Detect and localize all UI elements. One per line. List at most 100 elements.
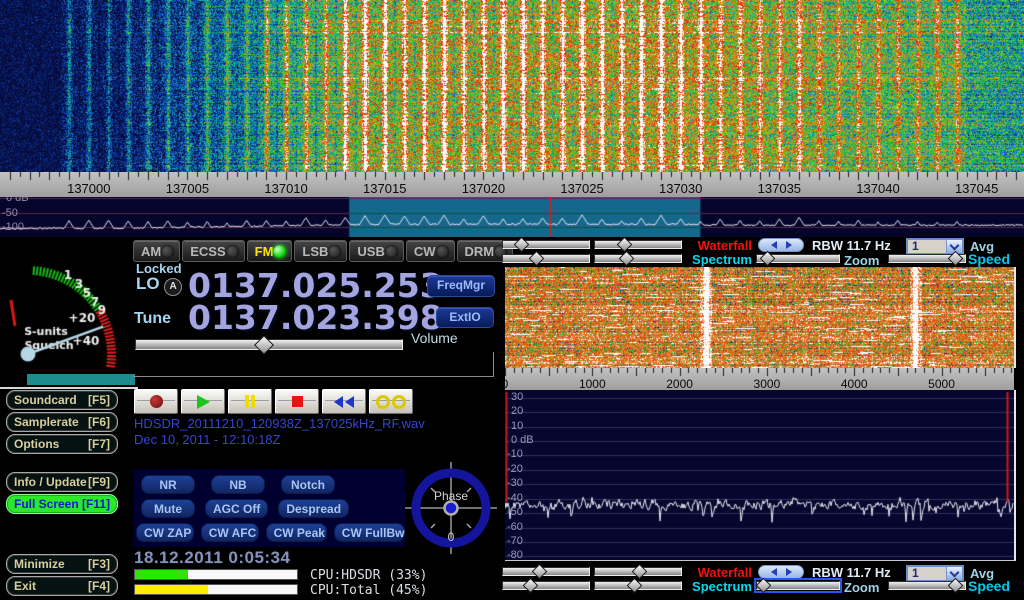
waterfall-label: Waterfall <box>686 239 752 252</box>
menu-button-key: [F11] <box>82 497 110 511</box>
menu-button-minimize[interactable]: Minimize[F3] <box>6 554 118 574</box>
dsp-button-mute[interactable]: Mute <box>141 499 195 518</box>
audio-db-tick-label: -40 <box>507 493 523 504</box>
audio-frequency-scale[interactable]: 010002000300040005000 <box>505 368 1014 390</box>
mode-button-lsb[interactable]: LSB <box>294 240 347 262</box>
phase-dial[interactable]: Phase 0 <box>405 462 497 554</box>
scroll-right-icon[interactable] <box>786 568 792 576</box>
menu-button-exit[interactable]: Exit[F4] <box>6 576 118 596</box>
freqmgr-button[interactable]: FreqMgr <box>427 275 495 297</box>
frequency-tick-label: 137030 <box>659 181 702 196</box>
menu-button-options[interactable]: Options[F7] <box>6 434 118 454</box>
dropdown-arrow-icon <box>950 568 960 578</box>
lo-auto-badge[interactable]: A <box>164 278 182 296</box>
audio-db-tick-label: 0 dB <box>511 435 534 446</box>
zoom-slider[interactable] <box>756 253 840 264</box>
pause-button[interactable] <box>228 389 272 414</box>
display-controls-top: WaterfallRBW 11.7 Hz1AvgSpectrumZoomSpee… <box>500 238 1024 266</box>
band-scroll-control[interactable] <box>758 238 804 252</box>
waterfall-contrast-slider[interactable] <box>594 566 682 577</box>
frequency-tick-label: 137005 <box>166 181 209 196</box>
dsp-button-cw-fullbw[interactable]: CW FullBw <box>334 523 405 542</box>
volume-slider[interactable] <box>135 338 403 351</box>
spectrum-brightness-slider[interactable] <box>502 580 590 591</box>
scroll-left-icon[interactable] <box>771 241 777 249</box>
audio-db-tick-label: -50 <box>507 507 523 518</box>
rf-waterfall[interactable] <box>0 0 1024 172</box>
menu-button-soundcard[interactable]: Soundcard[F5] <box>6 390 118 410</box>
cpu-hdsdr-bar <box>134 569 298 580</box>
dsp-button-cw-zap[interactable]: CW ZAP <box>136 523 194 542</box>
speed-slider[interactable] <box>888 253 966 264</box>
lo-label: LO <box>136 274 160 293</box>
menu-button-samplerate[interactable]: Samplerate[F6] <box>6 412 118 432</box>
dsp-button-cw-peak[interactable]: CW Peak <box>266 523 327 542</box>
mode-button-am[interactable]: AM <box>133 240 180 262</box>
frequency-tick-label: 137020 <box>462 181 505 196</box>
mode-label: FM <box>248 244 274 259</box>
dsp-button-cw-afc[interactable]: CW AFC <box>201 523 259 542</box>
stop-button[interactable] <box>275 389 319 414</box>
record-button[interactable] <box>134 389 178 414</box>
audio-db-tick-label: 10 <box>511 421 523 432</box>
cpu-hdsdr-label: CPU:HDSDR (33%) <box>310 568 427 583</box>
waterfall-contrast-slider[interactable] <box>594 239 682 250</box>
spectrum-brightness-slider[interactable] <box>502 253 590 264</box>
scroll-right-icon[interactable] <box>786 241 792 249</box>
tune-frequency-display[interactable]: 0137.023.398 <box>188 302 443 334</box>
extio-button[interactable]: ExtIO <box>436 307 494 328</box>
audio-waterfall[interactable] <box>505 267 1016 368</box>
zoom-slider[interactable] <box>756 580 840 591</box>
stop-icon <box>292 396 303 407</box>
menu-button-label: Soundcard <box>14 393 77 407</box>
phase-value: 0 <box>448 530 455 544</box>
loop-button[interactable] <box>369 389 413 414</box>
dsp-button-nb[interactable]: NB <box>211 475 265 494</box>
mode-led-icon <box>161 245 174 258</box>
zoom-label: Zoom <box>844 581 882 594</box>
rf-spectrum[interactable]: 0 dB-50-100 <box>0 197 1024 237</box>
audio-spectrum-canvas <box>505 390 1014 560</box>
menu-button-full-screen[interactable]: Full Screen[F11] <box>6 494 118 514</box>
speed-slider[interactable] <box>888 580 966 591</box>
audio-db-tick-label: -20 <box>507 464 523 475</box>
waterfall-brightness-slider[interactable] <box>502 239 590 250</box>
band-scroll-control[interactable] <box>758 565 804 579</box>
play-button[interactable] <box>181 389 225 414</box>
dsp-button-despread[interactable]: Despread <box>278 499 349 518</box>
mode-button-fm[interactable]: FM <box>247 240 293 262</box>
spectrum-contrast-slider[interactable] <box>594 580 682 591</box>
meter-divider <box>0 387 138 389</box>
mode-button-cw[interactable]: CW <box>406 240 455 262</box>
frequency-tick-label: 137015 <box>363 181 406 196</box>
mode-button-ecss[interactable]: ECSS <box>182 240 244 262</box>
menu-button-info-update[interactable]: Info / Update[F9] <box>6 472 118 492</box>
rewind-button[interactable] <box>322 389 366 414</box>
pause-icon <box>245 395 255 408</box>
squelch-level-bar[interactable] <box>27 374 135 385</box>
dsp-button-notch[interactable]: Notch <box>281 475 335 494</box>
audio-tick-label: 3000 <box>754 377 781 391</box>
rbw-readout: RBW 11.7 Hz <box>812 239 904 252</box>
mode-button-row: AMECSSFMLSBUSBCWDRM <box>133 240 490 262</box>
scroll-left-icon[interactable] <box>771 568 777 576</box>
db-tick-label: 0 dB <box>6 197 29 204</box>
dsp-button-nr[interactable]: NR <box>141 475 195 494</box>
rf-frequency-scale[interactable]: 1370001370051370101370151370201370251370… <box>0 172 1024 197</box>
waterfall-contrast-slider-track <box>594 240 682 249</box>
audio-tick-label: 4000 <box>841 377 868 391</box>
audio-db-tick-label: -70 <box>507 536 523 547</box>
audio-spectrum[interactable]: 3020100 dB-10-20-30-40-50-60-70-80 <box>505 390 1016 561</box>
waterfall-brightness-slider[interactable] <box>502 566 590 577</box>
audio-db-tick-label: 20 <box>511 406 523 417</box>
menu-button-key: [F9] <box>88 475 110 489</box>
mode-button-usb[interactable]: USB <box>349 240 403 262</box>
mode-label: USB <box>350 244 384 259</box>
audio-tick-label: 5000 <box>928 377 955 391</box>
spectrum-contrast-slider-track <box>594 254 682 263</box>
spectrum-contrast-slider[interactable] <box>594 253 682 264</box>
dsp-button-agc-off[interactable]: AGC Off <box>205 499 268 518</box>
play-icon <box>197 395 210 409</box>
phase-label: Phase <box>434 489 468 503</box>
mode-led-icon <box>436 245 449 258</box>
